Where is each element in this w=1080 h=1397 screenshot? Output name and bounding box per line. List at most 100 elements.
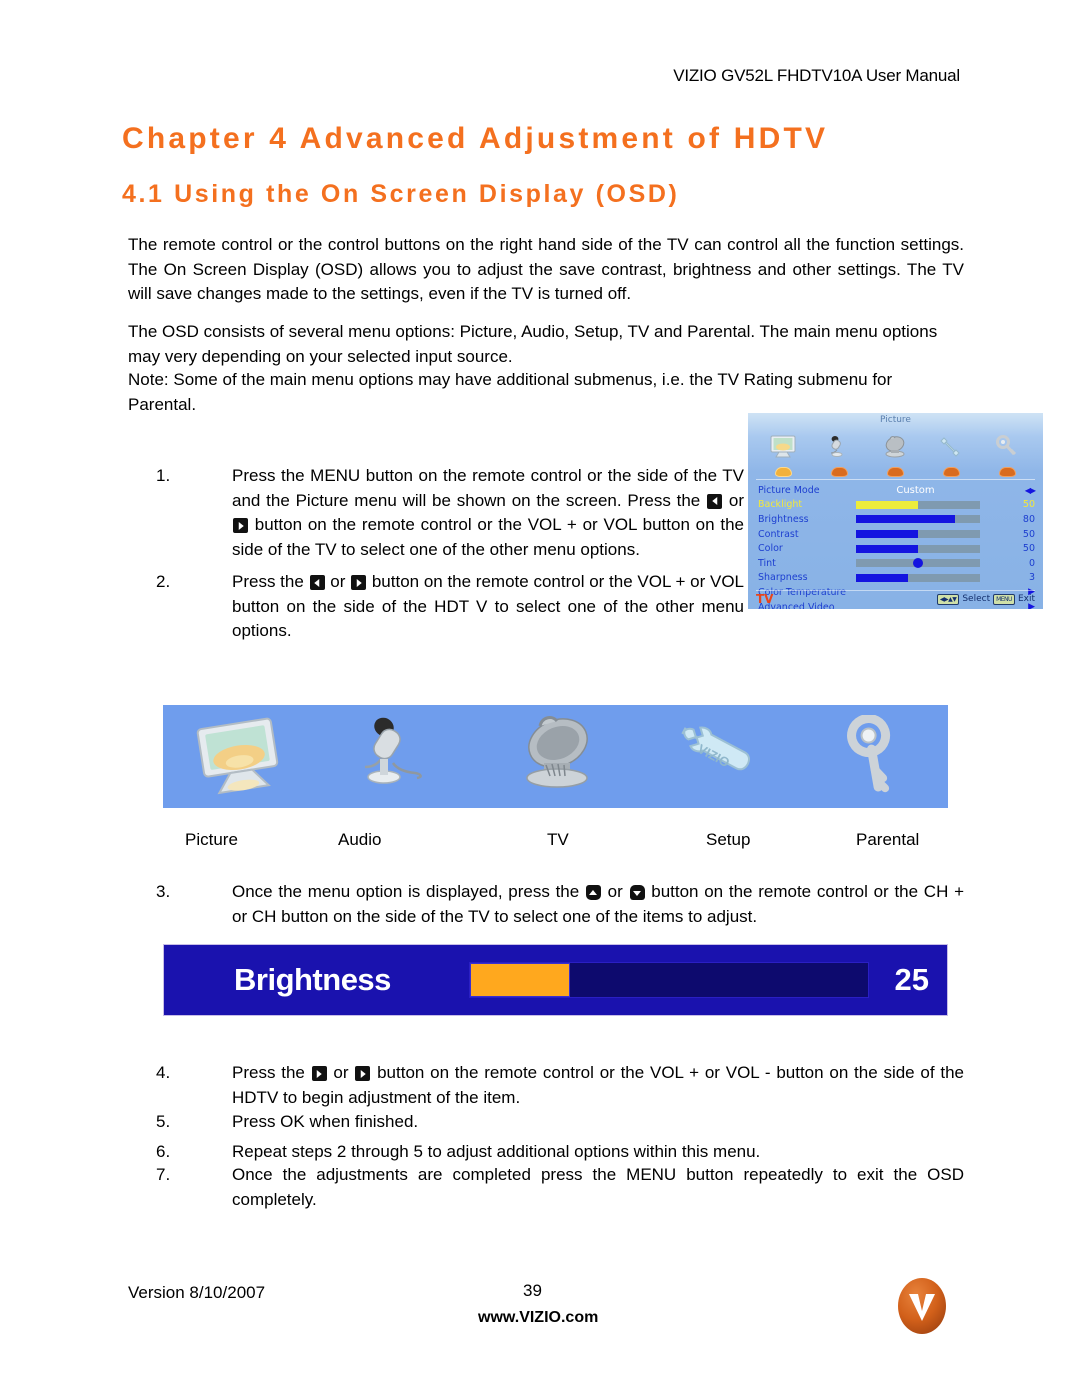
step-item: 5. Press OK when finished. xyxy=(156,1110,964,1135)
note-paragraph: Note: Some of the main menu options may … xyxy=(128,370,893,414)
osd-slider-track[interactable] xyxy=(856,573,980,582)
osd-row-control[interactable] xyxy=(854,498,1009,513)
step-item: 2. Press the or button on the remote con… xyxy=(156,570,744,644)
menu-icon-setup: VIZIO xyxy=(634,705,791,808)
step-number: 4. xyxy=(156,1063,171,1082)
osd-row-value: 0 xyxy=(1028,557,1035,569)
brightness-slider-figure: Brightness 25 xyxy=(163,944,948,1016)
osd-row-backlight[interactable]: Backlight 50 xyxy=(758,498,1035,513)
step-item: 6. Repeat steps 2 through 5 to adjust ad… xyxy=(156,1140,964,1165)
step-text-part: Press the xyxy=(232,1063,311,1082)
osd-tab-audio[interactable] xyxy=(818,435,862,477)
osd-row-lr-arrows: ◀▶ xyxy=(1024,485,1036,495)
osd-row-label: Tint xyxy=(758,557,776,569)
step-item: 3. Once the menu option is displayed, pr… xyxy=(156,880,964,929)
menu-icon-picture xyxy=(163,705,320,808)
osd-slider-track[interactable] xyxy=(856,500,980,509)
left-arrow-button-icon xyxy=(707,493,723,509)
step-number: 7. xyxy=(156,1165,171,1184)
page-running-header: VIZIO GV52L FHDTV10A User Manual xyxy=(673,66,960,85)
osd-row-control[interactable] xyxy=(854,571,1009,586)
osd-row-label: Color xyxy=(758,543,783,555)
osd-tab-tv[interactable] xyxy=(873,435,917,477)
right-arrow-button-icon xyxy=(351,575,367,590)
menu-icon-audio xyxy=(320,705,477,808)
osd-tab-picture[interactable] xyxy=(762,435,806,477)
osd-row-value: 80 xyxy=(1022,513,1035,525)
osd-row-control[interactable] xyxy=(854,527,1009,542)
osd-row-tint[interactable]: Tint 0 xyxy=(758,556,1035,571)
wrench-icon: VIZIO xyxy=(665,715,761,799)
osd-tab-setup[interactable] xyxy=(929,435,973,477)
step-text: Once the menu option is displayed, press… xyxy=(232,880,964,929)
osd-row-mode-value: Custom xyxy=(896,484,935,496)
osd-row-control[interactable] xyxy=(854,512,1009,527)
step-text-part: button on the remote control or the VOL … xyxy=(232,515,744,559)
step-item: 7. Once the adjustments are completed pr… xyxy=(156,1163,964,1212)
step-text: Press the or button on the remote contro… xyxy=(232,570,744,644)
step-text: Repeat steps 2 through 5 to adjust addit… xyxy=(232,1142,761,1161)
left-arrow-button-icon xyxy=(309,575,325,590)
osd-slider-fill xyxy=(856,515,956,524)
osd-slider-track[interactable] xyxy=(856,544,980,553)
osd-row-label: Sharpness xyxy=(758,572,808,584)
osd-row-brightness[interactable]: Brightness 80 xyxy=(758,512,1035,527)
navigation-keys-icon: ◀▶▲▼ xyxy=(936,593,960,605)
osd-slider-track[interactable] xyxy=(856,530,980,539)
menu-icon-strip: VIZIO xyxy=(163,705,948,808)
step-number: 2. xyxy=(156,572,171,591)
step-number: 3. xyxy=(156,882,171,901)
osd-row-value: 50 xyxy=(1022,528,1035,540)
osd-row-control[interactable] xyxy=(854,556,1009,571)
footer-version: Version 8/10/2007 xyxy=(128,1283,266,1302)
osd-row-picture-mode[interactable]: Picture Mode Custom ◀▶ xyxy=(758,483,1036,498)
menu-strip-label-parental: Parental xyxy=(856,830,920,849)
osd-footer: TV ◀▶▲▼ Select MENU Exit xyxy=(756,590,1035,607)
step-text-part: Press the MENU button on the remote cont… xyxy=(232,466,744,510)
osd-slider-track[interactable] xyxy=(856,558,980,569)
brightness-value: 25 xyxy=(894,962,929,997)
satellite-dish-icon xyxy=(873,435,917,466)
footer-page-number: 39 xyxy=(523,1281,542,1300)
step-number: 5. xyxy=(156,1112,171,1131)
step-item: 1. Press the MENU button on the remote c… xyxy=(156,464,744,562)
osd-tab-parental[interactable] xyxy=(985,435,1029,477)
brightness-slider-fill xyxy=(470,963,570,997)
osd-slider-knob[interactable] xyxy=(913,558,923,569)
monitor-icon xyxy=(762,435,806,466)
osd-row-control[interactable] xyxy=(854,541,1009,556)
osd-row-sharpness[interactable]: Sharpness 3 xyxy=(758,571,1035,586)
wrench-icon xyxy=(929,435,973,466)
osd-overview-paragraph: The OSD consists of several menu options… xyxy=(128,322,938,366)
intro-paragraph: The remote control or the control button… xyxy=(128,235,964,303)
osd-tab-marker xyxy=(998,467,1016,477)
microphone-icon xyxy=(351,715,447,799)
step-text: Press the MENU button on the remote cont… xyxy=(232,464,744,562)
osd-row-value: 50 xyxy=(1022,499,1035,511)
step-text-part: or xyxy=(601,882,629,901)
right-arrow-button-icon xyxy=(355,1066,371,1081)
osd-row-value: 3 xyxy=(1028,572,1035,584)
osd-tab-marker xyxy=(831,467,849,477)
osd-row-contrast[interactable]: Contrast 50 xyxy=(758,527,1035,542)
down-arrow-button-icon xyxy=(629,885,645,900)
osd-tab-marker xyxy=(942,467,960,477)
osd-row-control: Custom xyxy=(854,483,1009,498)
osd-title: Picture xyxy=(880,415,911,425)
osd-row-label: Backlight xyxy=(758,499,803,511)
osd-slider-track[interactable] xyxy=(856,515,980,524)
step-text-part: Once the menu option is displayed, press… xyxy=(232,882,585,901)
menu-strip-label-setup: Setup xyxy=(706,830,751,849)
key-icon xyxy=(985,435,1029,466)
osd-row-label: Contrast xyxy=(758,528,799,540)
menu-key-icon: MENU xyxy=(993,593,1015,605)
osd-row-color[interactable]: Color 50 xyxy=(758,541,1035,556)
step-text-part: or xyxy=(327,1063,355,1082)
menu-strip-label-audio: Audio xyxy=(338,830,382,849)
brightness-slider-track[interactable] xyxy=(469,962,869,998)
osd-exit-label: Exit xyxy=(1017,594,1035,604)
step-number: 6. xyxy=(156,1142,171,1161)
osd-tab-marker xyxy=(775,467,793,477)
step-text-part: Press the xyxy=(232,572,309,591)
osd-separator xyxy=(756,479,1035,480)
